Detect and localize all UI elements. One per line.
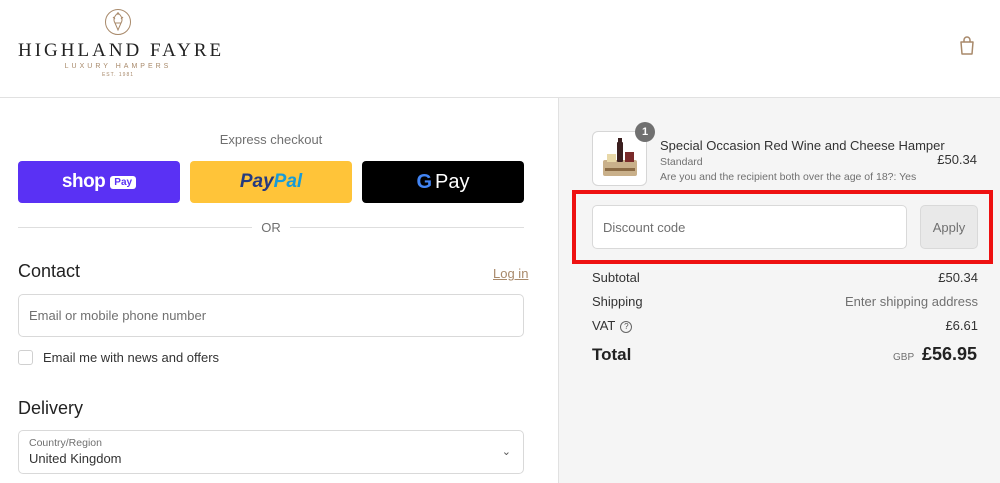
product-age-answer: Are you and the recipient both over the … [660, 171, 917, 183]
paypal-button[interactable]: Pay Pal [190, 161, 352, 203]
subtotal-label: Subtotal [592, 270, 640, 285]
email-placeholder: Email or mobile phone number [29, 308, 207, 323]
currency-code: GBP [893, 352, 915, 363]
shop-pay-text: shop [61, 171, 106, 192]
product-price: £50.34 [937, 152, 977, 167]
subtotal-value: £50.34 [938, 270, 978, 285]
discount-code-input[interactable]: Discount code [592, 205, 907, 249]
newsletter-checkbox-row[interactable]: Email me with news and offers [18, 350, 219, 365]
email-field[interactable]: Email or mobile phone number [18, 294, 524, 337]
paypal-text-1: Pay [239, 171, 274, 192]
or-divider: OR [18, 220, 524, 235]
product-name: Special Occasion Red Wine and Cheese Ham… [660, 138, 945, 153]
quantity-badge: 1 [635, 122, 655, 142]
google-pay-button[interactable]: G Pay [362, 161, 524, 203]
vat-value: £6.61 [945, 318, 978, 333]
brand-name: HIGHLAND FAYRE [18, 40, 225, 61]
product-variant: Standard [660, 156, 703, 168]
shipping-label: Shipping [592, 294, 643, 309]
shopping-bag-icon [960, 36, 974, 55]
shop-pay-button[interactable]: shop Pay [18, 161, 180, 203]
site-header: HIGHLAND FAYRE LUXURY HAMPERS EST. 1981 [0, 0, 1000, 98]
brand-tagline: LUXURY HAMPERS [64, 63, 172, 70]
vat-label: VAT [592, 318, 616, 333]
country-select[interactable]: Country/Region United Kingdom ⌄ [18, 430, 524, 474]
checkout-form: Express checkout shop Pay Pay Pal G Pay O… [0, 98, 558, 483]
newsletter-checkbox[interactable] [18, 350, 33, 365]
google-pay-text: Pay [435, 170, 470, 193]
shipping-value: Enter shipping address [845, 294, 978, 309]
newsletter-label: Email me with news and offers [43, 350, 220, 365]
cart-button[interactable] [955, 34, 979, 58]
brand-logo[interactable]: HIGHLAND FAYRE LUXURY HAMPERS EST. 1981 [18, 8, 225, 83]
thistle-icon [105, 9, 131, 35]
total-label: Total [592, 345, 632, 364]
delivery-heading: Delivery [18, 398, 84, 418]
apply-discount-button[interactable]: Apply [920, 205, 978, 249]
discount-placeholder: Discount code [603, 219, 686, 235]
brand-est: EST. 1981 [101, 72, 135, 78]
shop-pay-pill: Pay [110, 175, 137, 189]
google-g-icon: G [416, 170, 433, 193]
country-label: Country/Region [29, 437, 102, 449]
or-text: OR [261, 220, 281, 235]
vat-row: VAT? £6.61 [592, 318, 978, 333]
express-checkout-label: Express checkout [219, 132, 323, 147]
login-link[interactable]: Log in [493, 266, 528, 281]
subtotal-row: Subtotal £50.34 [592, 270, 978, 285]
order-summary: 1 Special Occasion Red Wine and Cheese H… [558, 98, 1000, 483]
paypal-text-2: Pal [273, 171, 303, 192]
product-thumbnail: 1 [592, 122, 655, 186]
chevron-down-icon: ⌄ [501, 446, 511, 458]
country-value: United Kingdom [29, 451, 122, 466]
shipping-row: Shipping Enter shipping address [592, 294, 978, 309]
question-circle-icon[interactable]: ? [620, 320, 633, 333]
contact-heading: Contact [18, 261, 81, 281]
total-value: £56.95 [921, 344, 977, 364]
